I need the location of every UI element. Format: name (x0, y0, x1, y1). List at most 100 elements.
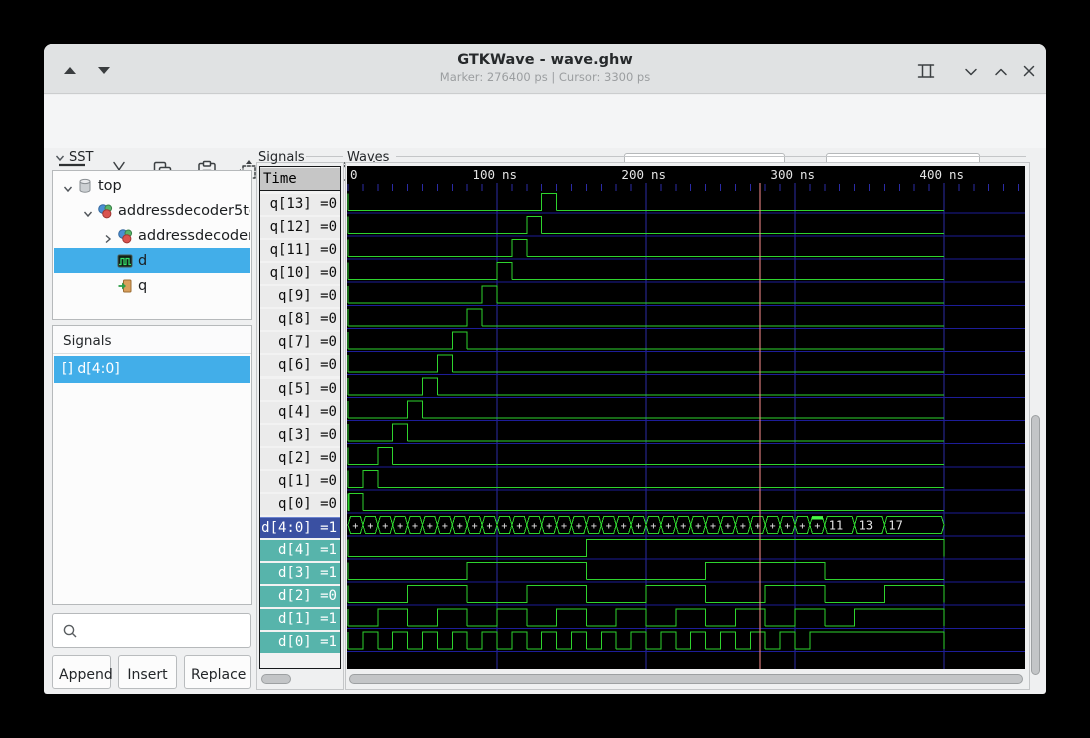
signal-row[interactable]: d[4:0] =1 (260, 517, 340, 538)
svg-text:ns: ns (651, 167, 666, 182)
insert-button[interactable]: Insert (118, 655, 177, 689)
tree-item-label: d (138, 253, 147, 269)
screen: { "window": { "title": "GTKWave - wave.g… (0, 0, 1090, 738)
expander-open-icon[interactable] (82, 205, 97, 217)
svg-text:+: + (427, 521, 433, 532)
svg-text:+: + (352, 521, 358, 532)
component-icon (97, 203, 114, 219)
svg-text:+: + (501, 521, 507, 532)
svg-text:+: + (710, 521, 716, 532)
svg-text:13: 13 (859, 518, 873, 532)
signal-row[interactable]: d[2] =0 (260, 586, 340, 607)
expander-closed-icon[interactable] (102, 230, 117, 242)
svg-text:11: 11 (829, 518, 843, 532)
svg-text:200: 200 (621, 167, 644, 182)
svg-text:+: + (740, 521, 746, 532)
tree-item-addressdecoder5to32[interactable]: addressdecoder5to32 (54, 223, 250, 248)
restore-window-icon[interactable] (916, 61, 936, 81)
svg-text:+: + (799, 521, 805, 532)
names-frame-line (306, 156, 343, 157)
wave-canvas[interactable]: 0100ns200ns300ns400ns+++++++++++++++++++… (347, 166, 1025, 669)
signal-row[interactable]: q[0] =0 (260, 494, 340, 515)
signal-row[interactable]: q[7] =0 (260, 332, 340, 353)
svg-text:+: + (516, 521, 522, 532)
signal-search-box[interactable] (52, 613, 251, 648)
signal-names-column: Time q[13] =0q[12] =0q[11] =0q[10] =0q[9… (259, 166, 341, 669)
svg-text:+: + (412, 521, 418, 532)
svg-text:ns: ns (502, 167, 517, 182)
svg-text:+: + (487, 521, 493, 532)
svg-text:17: 17 (888, 518, 902, 532)
svg-text:+: + (725, 521, 731, 532)
tree-item-addressdecoder5to32tes[interactable]: addressdecoder5to32tes (54, 198, 250, 223)
names-frame-label: Signals (258, 150, 305, 165)
signal-row[interactable]: q[11] =0 (260, 240, 340, 261)
svg-text:+: + (770, 521, 776, 532)
shade-down-button[interactable] (98, 67, 110, 74)
append-button[interactable]: Append (52, 655, 111, 689)
svg-text:+: + (814, 521, 820, 532)
signal-row[interactable]: d[1] =1 (260, 609, 340, 630)
waves-vscrollbar[interactable] (1031, 415, 1040, 675)
svg-text:+: + (397, 521, 403, 532)
minimize-icon[interactable] (962, 63, 982, 83)
sst-header[interactable]: SST (54, 150, 93, 165)
signal-row[interactable]: q[1] =0 (260, 471, 340, 492)
signal-row[interactable]: d[0] =1 (260, 632, 340, 653)
sst-tree-panel: top addressdecoder5to32tes addressdecoder5… (52, 170, 252, 320)
signal-row[interactable]: q[8] =0 (260, 309, 340, 330)
marker-cursor-status: Marker: 276400 ps | Cursor: 3300 ps (44, 70, 1046, 84)
signal-row[interactable]: q[2] =0 (260, 448, 340, 469)
tree-item-q[interactable]: q (54, 273, 250, 298)
tree-item-label: addressdecoder5to32tes (118, 203, 250, 219)
signal-row[interactable]: q[13] =0 (260, 194, 340, 215)
signal-row[interactable]: d[4] =1 (260, 540, 340, 561)
svg-text:+: + (636, 521, 642, 532)
replace-button[interactable]: Replace (184, 655, 251, 689)
signal-row[interactable]: q[10] =0 (260, 263, 340, 284)
svg-text:400: 400 (919, 167, 942, 182)
signal-row[interactable]: q[9] =0 (260, 286, 340, 307)
svg-text:+: + (576, 521, 582, 532)
svg-text:+: + (382, 521, 388, 532)
search-input[interactable] (83, 615, 248, 646)
signal-row[interactable]: q[3] =0 (260, 425, 340, 446)
titlebar[interactable]: GTKWave - wave.ghw Marker: 276400 ps | C… (44, 44, 1046, 94)
sst-collapse-icon (54, 152, 66, 164)
svg-text:+: + (621, 521, 627, 532)
svg-text:+: + (665, 521, 671, 532)
svg-text:+: + (591, 521, 597, 532)
signal-row[interactable]: q[4] =0 (260, 402, 340, 423)
expander-spacer (102, 255, 117, 267)
signal-row[interactable]: q[5] =0 (260, 379, 340, 400)
tree-item-top[interactable]: top (54, 173, 250, 198)
svg-text:+: + (561, 521, 567, 532)
svg-text:+: + (457, 521, 463, 532)
svg-text:300: 300 (770, 167, 793, 182)
expander-open-icon[interactable] (62, 180, 77, 192)
waves-hscrollbar[interactable] (349, 674, 1023, 684)
tree-item-label: q (138, 278, 147, 294)
svg-text:+: + (442, 521, 448, 532)
svg-text:+: + (531, 521, 537, 532)
shade-up-button[interactable] (64, 67, 76, 74)
archive-icon (77, 178, 94, 194)
maximize-icon[interactable] (992, 63, 1012, 83)
waveform-icon (117, 253, 134, 269)
names-hscrollbar[interactable] (261, 674, 291, 684)
waves-frame-label: Waves (347, 150, 389, 165)
svg-text:+: + (367, 521, 373, 532)
component-icon (117, 228, 134, 244)
time-column-header[interactable]: Time (260, 168, 340, 191)
svg-text:+: + (472, 521, 478, 532)
signal-row[interactable]: q[12] =0 (260, 217, 340, 238)
tree-item-d[interactable]: d (54, 248, 250, 273)
svg-text:0: 0 (350, 167, 358, 182)
svg-text:+: + (680, 521, 686, 532)
tree-item-label: addressdecoder5to32 (138, 228, 250, 244)
signals-list-item[interactable]: [] d[4:0] (54, 356, 250, 383)
svg-text:100: 100 (472, 167, 495, 182)
close-icon[interactable] (1020, 62, 1040, 82)
signal-row[interactable]: q[6] =0 (260, 355, 340, 376)
signal-row[interactable]: d[3] =1 (260, 563, 340, 584)
